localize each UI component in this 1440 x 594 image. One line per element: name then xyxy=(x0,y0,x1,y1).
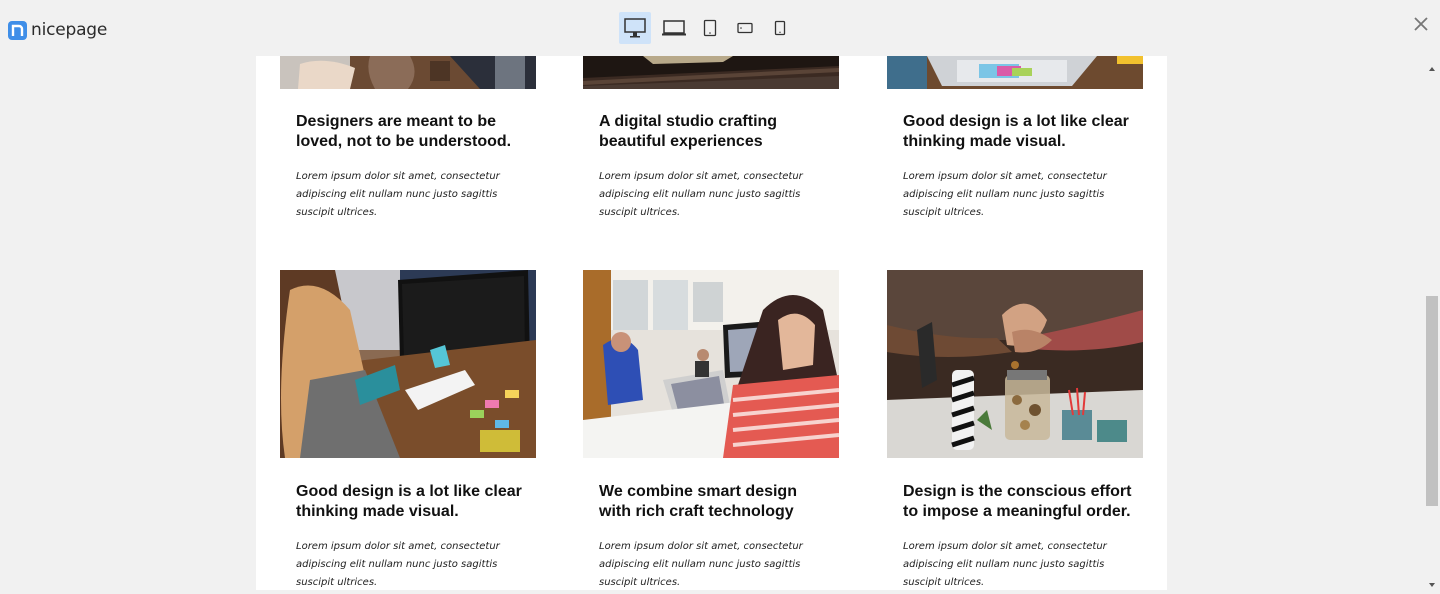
laptop-icon xyxy=(662,20,686,36)
mobile-icon xyxy=(774,20,786,36)
card-text: Lorem ipsum dolor sit amet, consectetur … xyxy=(903,171,1107,218)
card-text: Lorem ipsum dolor sit amet, consectetur … xyxy=(903,541,1107,588)
logo-text: nicepage xyxy=(31,20,108,40)
card: Designers are meant to be loved, not to … xyxy=(280,56,536,286)
card-image[interactable] xyxy=(887,56,1143,89)
laptop-view-button[interactable] xyxy=(654,12,694,44)
device-switcher xyxy=(619,12,796,44)
card-image[interactable] xyxy=(887,270,1143,458)
close-button[interactable] xyxy=(1412,15,1430,33)
card-title: Good design is a lot like clear thinking… xyxy=(296,483,522,520)
card: Good design is a lot like clear thinking… xyxy=(887,56,1143,286)
card-title: Design is the conscious effort to impose… xyxy=(903,483,1132,520)
nicepage-logo[interactable]: nicepage xyxy=(8,20,107,40)
card-text: Lorem ipsum dolor sit amet, consectetur … xyxy=(599,541,803,588)
card-image[interactable] xyxy=(280,56,536,89)
card-image[interactable] xyxy=(583,56,839,89)
mobile-view-button[interactable] xyxy=(764,12,796,44)
card-text: Lorem ipsum dolor sit amet, consectetur … xyxy=(599,171,803,218)
card: We combine smart design with rich craft … xyxy=(583,270,839,590)
card-text: Lorem ipsum dolor sit amet, consectetur … xyxy=(296,541,500,588)
card-image[interactable] xyxy=(583,270,839,458)
scrollbar-thumb[interactable] xyxy=(1426,296,1438,506)
card-image[interactable] xyxy=(280,270,536,458)
nicepage-logo-icon xyxy=(8,20,27,40)
vertical-scrollbar[interactable] xyxy=(1424,56,1440,590)
scroll-down-arrow-icon[interactable] xyxy=(1428,576,1436,587)
card-title: We combine smart design with rich craft … xyxy=(599,483,797,520)
card-title: Designers are meant to be loved, not to … xyxy=(296,113,512,150)
tablet-landscape-icon xyxy=(737,22,753,34)
page-preview: Designers are meant to be loved, not to … xyxy=(256,56,1167,590)
scroll-up-arrow-icon[interactable] xyxy=(1428,60,1436,71)
card: A digital studio crafting beautiful expe… xyxy=(583,56,839,286)
tablet-view-button[interactable] xyxy=(694,12,726,44)
card: Design is the conscious effort to impose… xyxy=(887,270,1143,590)
top-bar: nicepage xyxy=(0,0,1440,56)
tablet-icon xyxy=(703,19,717,37)
card-text: Lorem ipsum dolor sit amet, consectetur … xyxy=(296,171,500,218)
card-title: Good design is a lot like clear thinking… xyxy=(903,113,1129,150)
desktop-view-button[interactable] xyxy=(619,12,651,44)
tablet-landscape-view-button[interactable] xyxy=(726,12,764,44)
card-title: A digital studio crafting beautiful expe… xyxy=(599,113,778,150)
desktop-icon xyxy=(624,18,646,38)
close-icon xyxy=(1414,17,1428,31)
card: Good design is a lot like clear thinking… xyxy=(280,270,536,590)
